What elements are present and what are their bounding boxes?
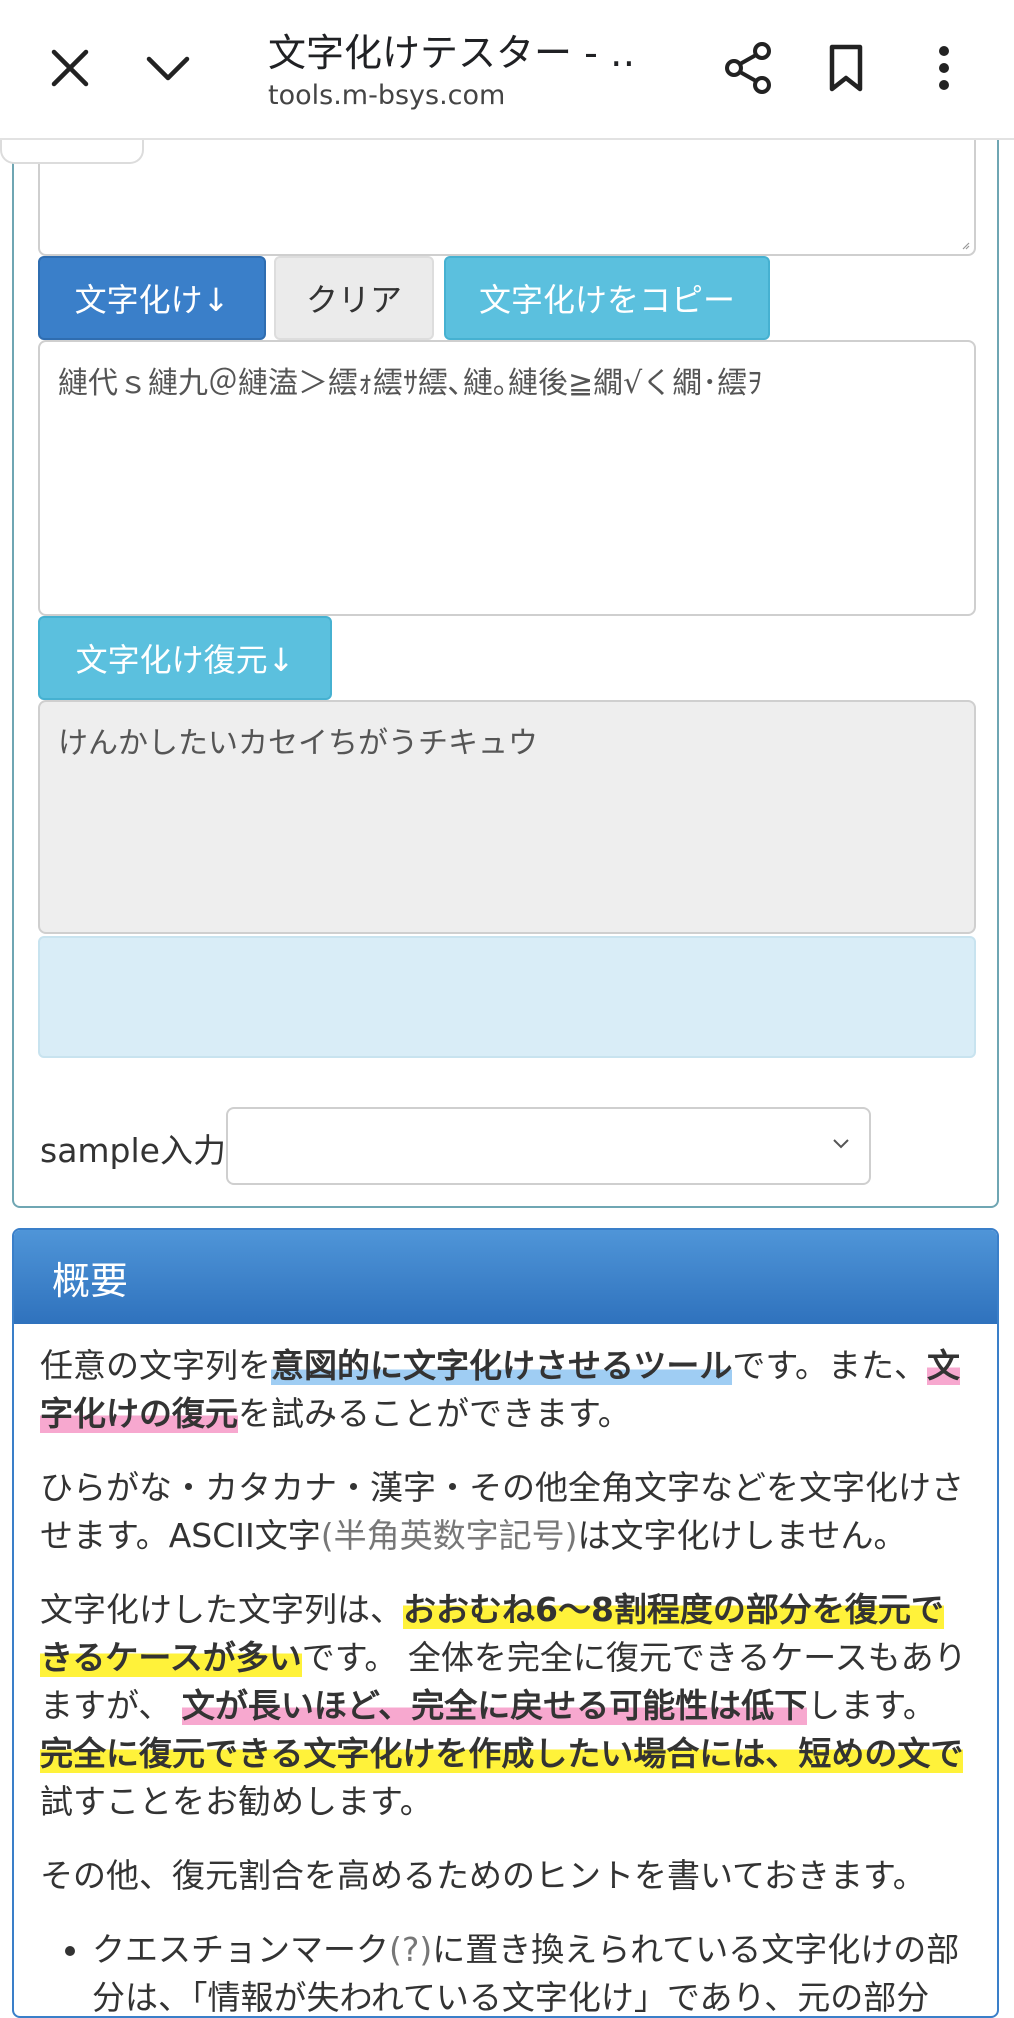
restore-output-textarea[interactable]: けんかしたいカセイちがうチキュウ (38, 700, 976, 934)
highlight-text: 文が長いほど、完全に戻せる可能性は低下 (181, 1686, 808, 1725)
resize-handle-icon[interactable] (962, 242, 970, 250)
copy-mojibake-button[interactable]: 文字化けをコピー (444, 256, 770, 340)
text: クエスチョンマーク (92, 1930, 389, 1969)
browser-toolbar: 文字化けテスター - … tools.m-bsys.com (0, 0, 1014, 140)
text: (半角英数字記号) (320, 1516, 578, 1555)
text: (?) (389, 1930, 433, 1969)
sample-select[interactable] (226, 1107, 871, 1185)
chevron-down-icon[interactable] (130, 30, 206, 106)
info-alert (38, 936, 976, 1058)
overview-paragraph-2: ひらがな・カタカナ・漢字・その他全角文字などを文字化けさせます。ASCII文字(… (40, 1464, 971, 1560)
list-item: クエスチョンマーク(?)に置き換えられている文字化けの部分は、「情報が失われてい… (92, 1926, 971, 2016)
highlight-text: 意図的に文字化けさせるツール (271, 1346, 733, 1385)
text: を試みることができます。 (238, 1394, 631, 1433)
hint-list: クエスチョンマーク(?)に置き換えられている文字化けの部分は、「情報が失われてい… (40, 1926, 971, 2016)
restore-output-text: けんかしたいカセイちがうチキュウ (58, 726, 538, 761)
clear-button[interactable]: クリア (274, 256, 434, 340)
restore-button[interactable]: 文字化け復元↓ (38, 616, 332, 700)
share-icon[interactable] (710, 30, 786, 106)
more-vert-icon[interactable] (906, 30, 982, 106)
text: 任意の文字列を (40, 1346, 271, 1385)
text: は文字化けしません。 (577, 1516, 907, 1555)
sample-label: sample入力 (40, 1131, 226, 1170)
highlight-text: 完全に復元できる文字化けを作成したい場合には、短めの文で (40, 1734, 964, 1773)
overview-paragraph-4: その他、復元割合を高めるためのヒントを書いておきます。 (40, 1856, 926, 1895)
text: します。 (807, 1686, 936, 1725)
mojibake-button[interactable]: 文字化け↓ (38, 256, 266, 340)
text: 試すことをお勧めします。 (40, 1782, 433, 1821)
mojibake-output-textarea[interactable]: 縺代ｓ縺九＠縺溘＞繧ｫ繧ｻ繧､縺｡縺後≧繝√く繝･繧ｦ (38, 340, 976, 616)
close-icon[interactable] (32, 30, 108, 106)
overview-heading: 概要 (14, 1230, 997, 1324)
overview-paragraph-1: 任意の文字列を意図的に文字化けさせるツールです。また、文字化けの復元を試みること… (40, 1342, 971, 1438)
bookmark-icon[interactable] (808, 30, 884, 106)
page-title: 文字化けテスター - … (268, 31, 638, 75)
overview-paragraph-3: 文字化けした文字列は、おおむね6〜8割程度の部分を復元できるケースが多いです。 … (40, 1586, 971, 1826)
overview-card: 概要 任意の文字列を意図的に文字化けさせるツールです。また、文字化けの復元を試み… (12, 1228, 999, 2018)
text: です。また、 (732, 1346, 928, 1385)
overview-body: 任意の文字列を意図的に文字化けさせるツールです。また、文字化けの復元を試みること… (14, 1324, 997, 2016)
text: 文字化けした文字列は、 (40, 1590, 403, 1629)
mojibake-output-text: 縺代ｓ縺九＠縺溘＞繧ｫ繧ｻ繧､縺｡縺後≧繝√く繝･繧ｦ (58, 366, 763, 401)
chevron-down-icon (833, 1139, 849, 1149)
page-url: tools.m-bsys.com (268, 80, 506, 111)
